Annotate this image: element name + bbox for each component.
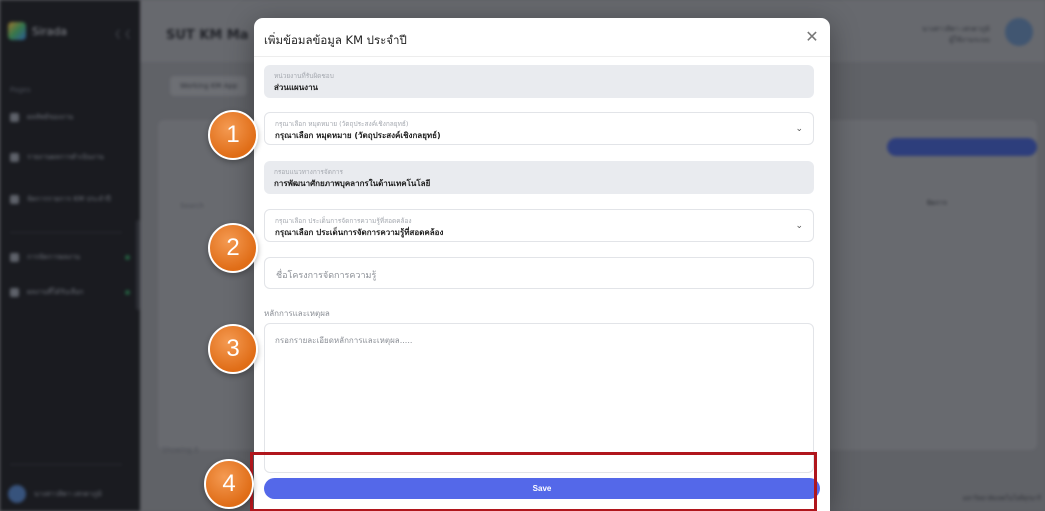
rationale-textarea[interactable]: กรอกรายละเอียดหลักการและเหตุผล.....	[264, 323, 814, 473]
rationale-label: หลักการและเหตุผล	[264, 309, 330, 318]
modal-divider	[254, 56, 830, 57]
add-km-modal: เพิ่มข้อมลข้อมูล KM ประจำปี ✕ หน่วยงานที…	[254, 18, 830, 511]
rationale-placeholder: กรอกรายละเอียดหลักการและเหตุผล.....	[275, 336, 413, 345]
step-marker-4: 4	[204, 459, 254, 509]
goal-label: กรุณาเลือก หมุดหมาย (วัตถุประสงค์เชิงกลย…	[275, 120, 409, 128]
modal-title: เพิ่มข้อมลข้อมูล KM ประจำปี	[264, 33, 407, 47]
project-name-placeholder: ชื่อโครงการจัดการความรู้	[276, 271, 377, 281]
framework-label: กรอบแนวทางการจัดการ	[274, 168, 344, 176]
goal-select[interactable]: กรุณาเลือก หมุดหมาย (วัตถุประสงค์เชิงกลย…	[264, 112, 814, 145]
department-label: หน่วยงานที่รับผิดชอบ	[274, 72, 334, 80]
chevron-down-icon: ⌄	[795, 221, 803, 231]
km-issue-label: กรุณาเลือก ประเด็นการจัดการความรู้ที่สอด…	[275, 217, 412, 225]
close-icon[interactable]: ✕	[802, 26, 822, 46]
project-name-input[interactable]: ชื่อโครงการจัดการความรู้	[264, 257, 814, 289]
save-button[interactable]: Save	[264, 478, 820, 499]
framework-value: การพัฒนาศักยภาพบุคลากรในด้านเทคโนโลยี	[274, 179, 431, 188]
step-marker-2: 2	[208, 223, 258, 273]
step-marker-3: 3	[208, 324, 258, 374]
chevron-down-icon: ⌄	[795, 124, 803, 134]
department-value: ส่วนแผนงาน	[274, 83, 319, 92]
step-marker-1: 1	[208, 110, 258, 160]
km-issue-value: กรุณาเลือก ประเด็นการจัดการความรู้ที่สอด…	[275, 228, 444, 237]
km-issue-select[interactable]: กรุณาเลือก ประเด็นการจัดการความรู้ที่สอด…	[264, 209, 814, 242]
framework-field: กรอบแนวทางการจัดการ การพัฒนาศักยภาพบุคลา…	[264, 161, 814, 194]
department-field: หน่วยงานที่รับผิดชอบ ส่วนแผนงาน	[264, 65, 814, 98]
goal-value: กรุณาเลือก หมุดหมาย (วัตถุประสงค์เชิงกลย…	[275, 131, 441, 140]
